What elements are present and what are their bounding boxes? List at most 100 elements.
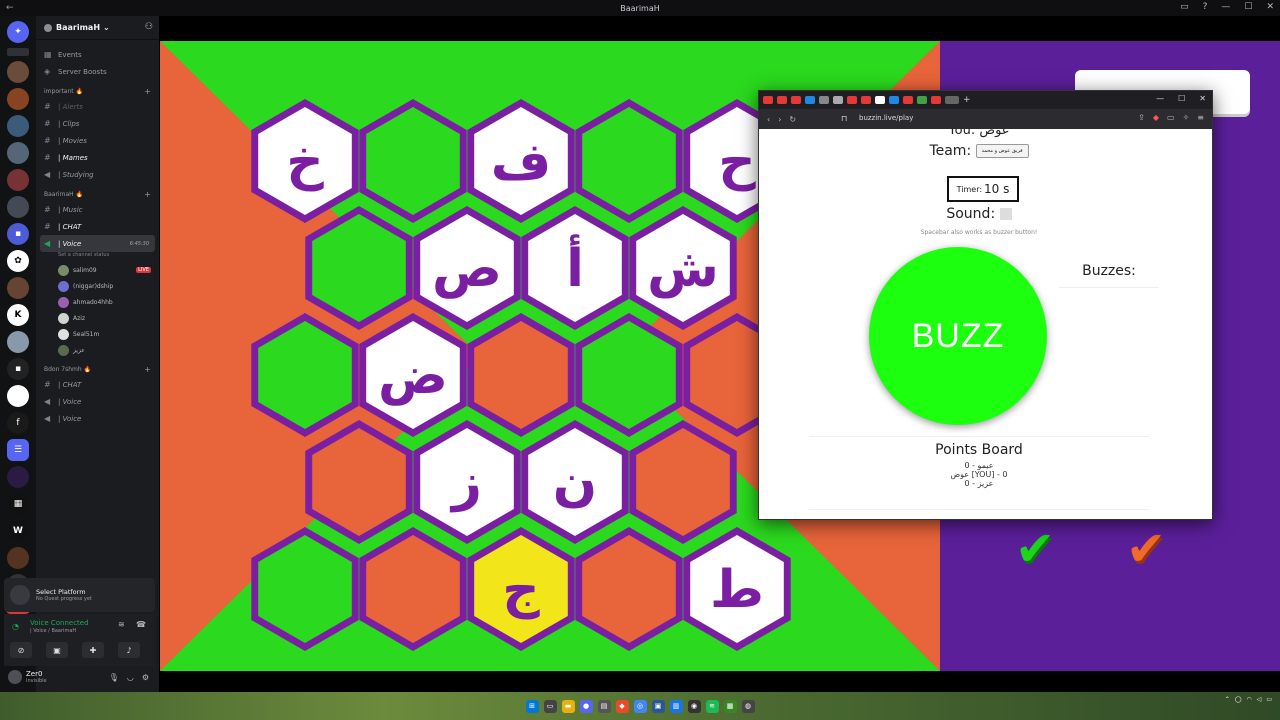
inbox-icon[interactable]: ▭ [1180, 2, 1189, 12]
bookmark-icon[interactable]: ⊓ [841, 114, 847, 123]
tab-icon[interactable] [931, 96, 941, 104]
app-icon[interactable]: ▥ [669, 699, 683, 713]
activities-button[interactable]: ✚ [82, 642, 104, 658]
channel-chat-2[interactable]: # | CHAT [36, 376, 159, 393]
sidebar-icon[interactable]: ▭ [1167, 113, 1175, 122]
url-field[interactable]: buzzin.live/play [859, 114, 913, 122]
server-icon[interactable]: ☰ [7, 439, 29, 461]
server-icon[interactable]: ▪ [7, 358, 29, 380]
channel-alerts[interactable]: # | Alerts [36, 98, 159, 115]
channel-studying[interactable]: ◀ | Studying [36, 166, 159, 183]
channel-movies[interactable]: # | Movies [36, 132, 159, 149]
camera-off-button[interactable]: ⊘ [10, 642, 32, 658]
check-orange-icon[interactable]: ✔ [1126, 521, 1166, 577]
microphone-icon[interactable]: 🎙 [109, 673, 119, 682]
minimize-icon[interactable]: — [1156, 94, 1164, 103]
start-icon[interactable]: ⊞ [525, 699, 539, 713]
gear-icon[interactable]: ⚙ [142, 673, 149, 682]
server-icon[interactable]: ✿ [7, 250, 29, 272]
tab-icon[interactable] [791, 96, 801, 104]
tab-icon[interactable] [777, 96, 787, 104]
reload-icon[interactable]: ↻ [789, 115, 796, 124]
tray-icon[interactable]: ⌃ [1225, 696, 1230, 703]
back-icon[interactable]: ‹ [767, 115, 770, 124]
server-icon[interactable]: K [7, 304, 29, 326]
channel-clips[interactable]: # | Clips [36, 115, 159, 132]
spotify-icon[interactable]: ≋ [705, 699, 719, 713]
tab-icon[interactable] [917, 96, 927, 104]
category-important[interactable]: important 🔥 + [36, 84, 159, 98]
maximize-icon[interactable]: ☐ [1244, 2, 1252, 12]
add-channel-icon[interactable]: + [144, 190, 151, 199]
voice-user[interactable]: (niggar)dship [36, 278, 159, 294]
server-icon[interactable] [7, 466, 29, 488]
server-icon[interactable] [7, 88, 29, 110]
app-icon[interactable]: ▣ [651, 699, 665, 713]
channel-music[interactable]: # | Music [36, 201, 159, 218]
server-icon[interactable] [7, 115, 29, 137]
server-icon[interactable]: W [7, 520, 29, 542]
voice-user[interactable]: ahmado4hhb [36, 294, 159, 310]
buzz-button[interactable]: BUZZ [869, 247, 1047, 425]
server-icon[interactable] [7, 142, 29, 164]
tab-icon[interactable] [819, 96, 829, 104]
add-channel-icon[interactable]: + [144, 87, 151, 96]
minecraft-icon[interactable]: ▦ [723, 699, 737, 713]
whatsapp-icon[interactable]: ◯ [1235, 696, 1242, 703]
voice-channel-active[interactable]: ◀ | Voice 6:45:30 [40, 235, 155, 252]
voice-status[interactable]: Voice Connected [30, 619, 89, 627]
invite-icon[interactable]: ⚇ [145, 22, 153, 32]
share-icon[interactable]: ⇪ [1138, 113, 1145, 122]
maximize-icon[interactable]: ☐ [1178, 94, 1185, 103]
tab-icon[interactable] [805, 96, 815, 104]
add-channel-icon[interactable]: + [144, 365, 151, 374]
disconnect-icon[interactable]: ☎ [136, 620, 146, 629]
channel-voice-2[interactable]: ◀ | Voice [36, 393, 159, 410]
avatar[interactable] [8, 670, 22, 684]
volume-icon[interactable]: ◁ [1257, 696, 1262, 703]
app-icon[interactable]: ◍ [741, 699, 755, 713]
file-explorer-icon[interactable]: ▬ [561, 699, 575, 713]
tab-icon[interactable] [847, 96, 857, 104]
server-icon[interactable] [7, 547, 29, 569]
events-link[interactable]: ▦ Events [36, 46, 159, 63]
server-icon[interactable]: f [7, 412, 29, 434]
tab-icon[interactable] [763, 96, 773, 104]
server-icon[interactable]: ▦ [7, 493, 29, 515]
close-icon[interactable]: ✕ [1199, 94, 1206, 103]
wifi-icon[interactable]: ◠ [1246, 696, 1251, 703]
close-icon[interactable]: ✕ [1266, 2, 1274, 12]
category-baarimah[interactable]: BaarimaH 🔥 + [36, 187, 159, 201]
tab-icon[interactable] [875, 96, 885, 104]
brave-shield-icon[interactable]: ◆ [1153, 113, 1159, 122]
sound-checkbox[interactable] [999, 208, 1012, 220]
channel-chat[interactable]: # | CHAT [36, 218, 159, 235]
app-icon[interactable]: ▤ [597, 699, 611, 713]
tab-icon[interactable] [833, 96, 843, 104]
menu-icon[interactable]: ≡ [1197, 113, 1204, 122]
server-header[interactable]: BaarimaH ⌄ ⚇ [36, 16, 159, 40]
discord-icon[interactable]: ● [579, 699, 593, 713]
server-icon[interactable] [7, 385, 29, 407]
discord-home-icon[interactable]: ✦ [7, 21, 29, 43]
back-icon[interactable]: ← [6, 3, 14, 13]
channel-mames[interactable]: # | Mames [36, 149, 159, 166]
folder-icon[interactable]: ▪ [7, 223, 29, 245]
noise-suppression-icon[interactable]: ≋ [118, 620, 125, 629]
voice-user[interactable]: عزيز [36, 342, 159, 358]
server-boosts-link[interactable]: ◈ Server Boosts [36, 63, 159, 80]
extensions-icon[interactable]: ✧ [1183, 113, 1190, 122]
server-icon[interactable] [7, 169, 29, 191]
tab-icon[interactable] [889, 96, 899, 104]
tab-active[interactable] [945, 96, 959, 104]
chrome-icon[interactable]: ◎ [633, 699, 647, 713]
quest-panel[interactable]: Select Platform No Quest progress yet [4, 578, 155, 612]
channel-status-prompt[interactable]: Set a channel status [36, 252, 159, 262]
tab-icon[interactable] [903, 96, 913, 104]
help-icon[interactable]: ? [1203, 2, 1208, 12]
battery-icon[interactable]: ▭ [1266, 696, 1272, 703]
voice-user[interactable]: Aziz [36, 310, 159, 326]
soundboard-button[interactable]: ♪ [118, 642, 140, 658]
channel-voice-3[interactable]: ◀ | Voice [36, 410, 159, 427]
server-icon[interactable] [7, 61, 29, 83]
